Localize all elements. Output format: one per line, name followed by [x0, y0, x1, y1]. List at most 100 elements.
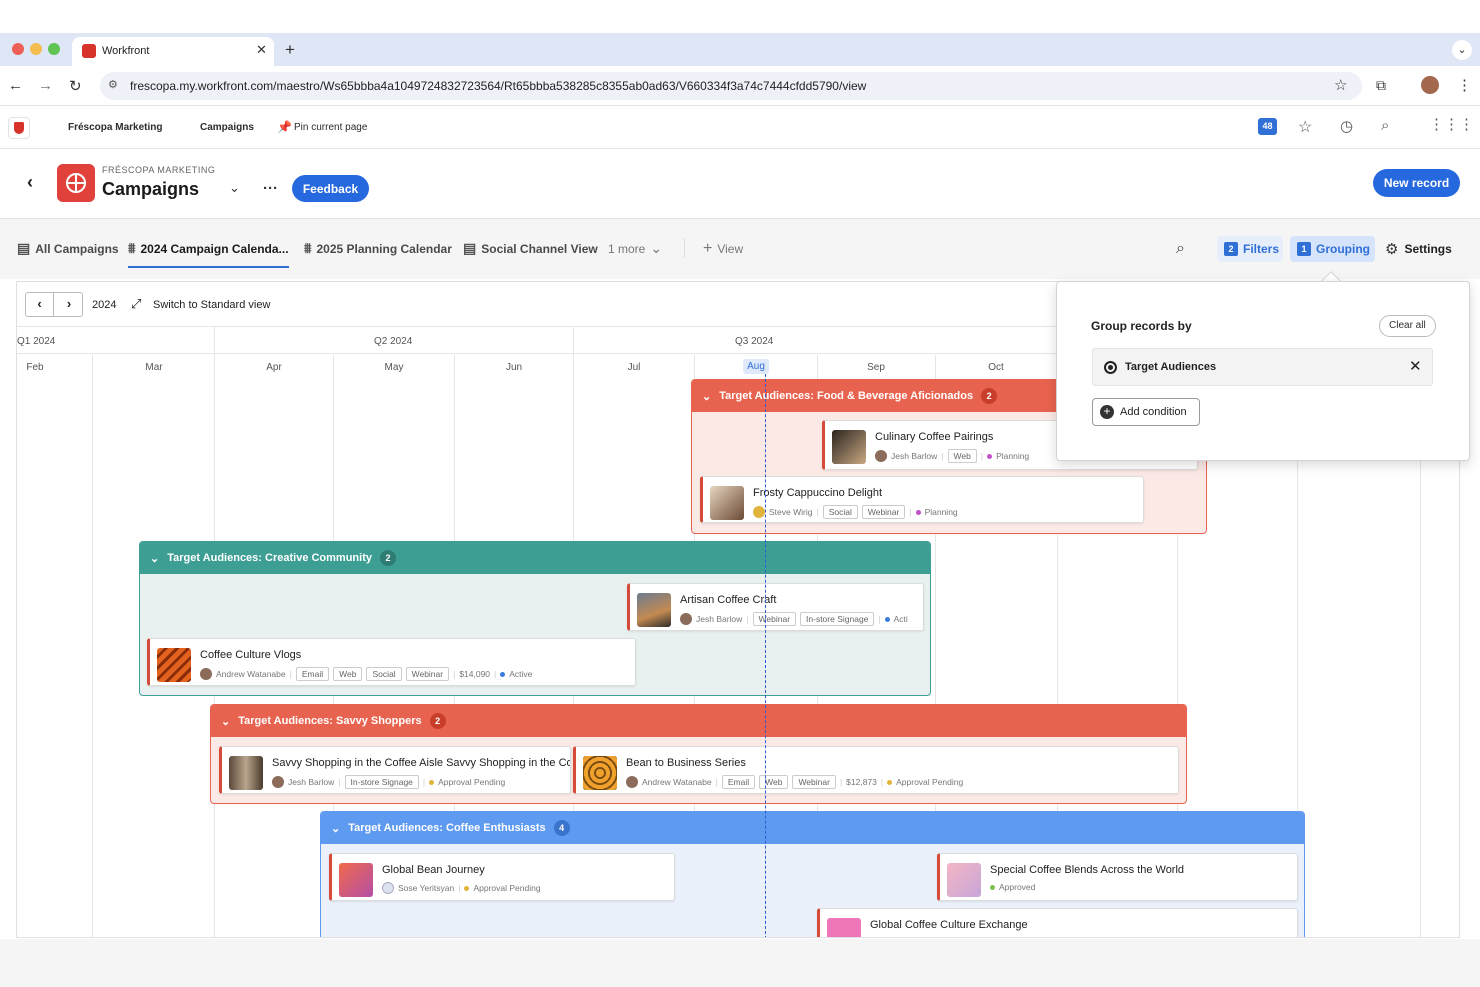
notifications-badge[interactable]: 48: [1258, 118, 1277, 135]
app-switcher-grid-icon[interactable]: ⋮⋮⋮: [1429, 115, 1474, 133]
status-label: Acti: [893, 614, 908, 624]
month-label: May: [384, 362, 404, 373]
pin-icon[interactable]: 📌: [277, 120, 292, 134]
remove-condition-icon[interactable]: ✕: [1409, 357, 1422, 375]
browser-menu-icon[interactable]: ⋮: [1457, 76, 1472, 94]
close-window-button[interactable]: [12, 43, 24, 55]
filters-button[interactable]: 2 Filters: [1217, 236, 1283, 262]
month-label: Apr: [266, 362, 282, 373]
expand-arrows-icon[interactable]: ⤢: [131, 296, 141, 312]
record-thumbnail: [947, 863, 981, 897]
current-month-label: Aug: [743, 359, 769, 374]
record-thumbnail: [832, 430, 866, 464]
status-label: Approval Pending: [473, 883, 541, 893]
campaigns-globe-icon: [57, 164, 95, 202]
new-tab-icon[interactable]: +: [285, 40, 295, 60]
url-field[interactable]: ⚙ frescopa.my.workfront.com/maestro/Ws65…: [100, 72, 1362, 100]
extensions-icon[interactable]: ⧉: [1376, 77, 1386, 94]
back-icon[interactable]: ←: [8, 77, 23, 94]
switch-standard-view-link[interactable]: Switch to Standard view: [153, 299, 270, 311]
owner-name: Jesh Barlow: [696, 614, 743, 624]
record-card[interactable]: Savvy Shopping in the Coffee Aisle Savvy…: [219, 746, 571, 794]
feedback-button[interactable]: Feedback: [292, 175, 369, 202]
group-creative-community: ⌄ Target Audiences: Creative Community 2…: [139, 541, 931, 696]
reload-icon[interactable]: ↻: [69, 77, 82, 95]
browser-tab[interactable]: Workfront ✕: [72, 37, 274, 66]
group-count-badge: 4: [553, 820, 570, 836]
workfront-logo-icon[interactable]: [8, 117, 30, 139]
add-condition-button[interactable]: + Add condition: [1092, 398, 1200, 426]
channel-tag: Webinar: [792, 775, 836, 789]
channel-tag: Web: [759, 775, 789, 789]
group-condition-row: Target Audiences ✕: [1092, 348, 1433, 386]
chevron-down-icon: ⌄: [221, 715, 231, 728]
search-records-icon[interactable]: ⌕: [1176, 240, 1185, 258]
chevron-down-icon: ⌄: [702, 390, 712, 403]
record-card[interactable]: Frosty Cappuccino Delight Steve Wirig | S…: [700, 476, 1144, 523]
group-header[interactable]: ⌄ Target Audiences: Savvy Shoppers 2: [211, 705, 1186, 737]
close-tab-icon[interactable]: ✕: [256, 42, 267, 58]
month-label: Jul: [627, 362, 641, 373]
grouping-button[interactable]: 1 Grouping: [1290, 236, 1375, 262]
status-dot: [987, 453, 993, 459]
group-header[interactable]: ⌄ Target Audiences: Creative Community 2: [140, 542, 930, 574]
owner-name: Sose Yeritsyan: [398, 883, 455, 893]
quarter-label: Q2 2024: [374, 336, 413, 347]
chevron-down-icon: ⌄: [650, 240, 663, 256]
favorites-star-icon[interactable]: ☆: [1298, 117, 1312, 137]
title-dropdown-chevron-icon[interactable]: ⌄: [229, 180, 240, 196]
campaigns-link[interactable]: Campaigns: [200, 122, 254, 133]
budget-value: $14,090: [459, 669, 491, 679]
record-card[interactable]: Coffee Culture Vlogs Andrew Watanabe | Em…: [147, 638, 636, 686]
field-type-icon: [1104, 361, 1117, 374]
channel-tag: Webinar: [752, 612, 797, 626]
profile-avatar[interactable]: [1421, 76, 1439, 94]
filters-count: 2: [1224, 242, 1238, 256]
minimize-window-button[interactable]: [30, 43, 42, 55]
record-card[interactable]: Global Coffee Culture Exchange: [817, 908, 1298, 937]
timeline-icon: ⩩: [304, 240, 312, 256]
search-icon[interactable]: ⌕: [1381, 117, 1389, 134]
tab-social-channel-view[interactable]: ▤ Social Channel View: [463, 240, 598, 257]
record-title: Special Coffee Blends Across the World: [990, 864, 1185, 876]
site-settings-icon[interactable]: ⚙: [108, 78, 118, 91]
record-card[interactable]: Artisan Coffee Craft Jesh Barlow | Webina…: [627, 583, 924, 631]
quarter-label: Q1 2024: [17, 336, 56, 347]
more-actions-icon[interactable]: ···: [263, 180, 278, 197]
record-card[interactable]: Global Bean Journey Sose Yeritsyan | App…: [329, 853, 675, 901]
group-field-label: Target Audiences: [1125, 361, 1217, 373]
tab-2025-planning-calendar[interactable]: ⩩ 2025 Planning Calendar: [304, 240, 452, 257]
status-dot: [464, 885, 470, 891]
tab-search-icon[interactable]: ⌄: [1452, 40, 1472, 60]
prev-period-chevron-icon[interactable]: ‹: [26, 293, 54, 316]
next-period-chevron-icon[interactable]: ›: [55, 293, 83, 316]
tab-all-campaigns[interactable]: ▤ All Campaigns: [17, 240, 119, 257]
maximize-window-button[interactable]: [48, 43, 60, 55]
group-header[interactable]: ⌄ Target Audiences: Coffee Enthusiasts 4: [321, 812, 1304, 844]
record-thumbnail: [339, 863, 373, 897]
add-view-button[interactable]: + View: [703, 240, 743, 258]
gear-icon: ⚙: [1385, 241, 1399, 258]
table-icon: ▤: [17, 240, 31, 256]
owner-avatar: [753, 506, 765, 518]
page-title: Campaigns: [102, 179, 200, 199]
tab-2024-campaign-calendar[interactable]: ⩩ 2024 Campaign Calenda...: [128, 240, 289, 268]
pin-current-page-link[interactable]: Pin current page: [294, 122, 367, 133]
record-card[interactable]: Bean to Business Series Andrew Watanabe …: [573, 746, 1179, 794]
new-record-button[interactable]: New record: [1373, 169, 1460, 197]
recents-clock-icon[interactable]: ◷: [1340, 117, 1353, 135]
settings-button[interactable]: ⚙ Settings: [1385, 240, 1452, 258]
quarter-divider: [573, 327, 574, 355]
record-card[interactable]: Special Coffee Blends Across the World A…: [937, 853, 1298, 901]
record-title: Bean to Business Series: [626, 757, 746, 769]
group-count-badge: 2: [981, 388, 998, 404]
forward-icon[interactable]: →: [38, 77, 53, 94]
back-chevron-icon[interactable]: ‹: [27, 172, 33, 193]
more-views-dropdown[interactable]: 1 more ⌄: [608, 240, 662, 257]
clear-all-button[interactable]: Clear all: [1379, 315, 1436, 337]
period-nav: ‹ ›: [25, 292, 83, 317]
bookmark-star-icon[interactable]: ☆: [1334, 76, 1347, 94]
status-label: Approval Pending: [896, 777, 964, 787]
record-thumbnail: [157, 648, 191, 682]
org-link[interactable]: Fréscopa Marketing: [68, 122, 162, 133]
